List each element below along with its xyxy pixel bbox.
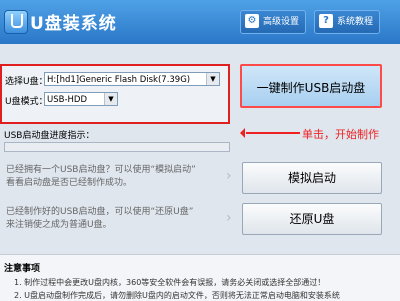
restore-description-line1: 已经制作好的USB启动盘，可以使用“还原U盘” — [6, 207, 194, 217]
system-tutorial-button[interactable]: ? 系统教程 — [314, 10, 381, 34]
mode-select-value: USB-HDD — [47, 95, 87, 105]
question-icon: ? — [319, 14, 333, 28]
app-title: U盘装系统 — [30, 14, 117, 34]
advanced-settings-label: 高级设置 — [263, 17, 300, 27]
title-bar: U盘装系统 ⚙ 高级设置 ? 系统教程 — [0, 0, 400, 44]
app-logo-icon — [4, 10, 28, 34]
progress-label: USB启动盘进度指示： — [4, 131, 95, 141]
create-usb-boot-button[interactable]: 一键制作USB启动盘 — [240, 64, 382, 108]
disk-select-value: H:[hd1]Generic Flash Disk(7.39G) — [47, 75, 191, 85]
advanced-settings-button[interactable]: ⚙ 高级设置 — [240, 10, 307, 34]
notes-line-1: 1. 制作过程中会更改U盘内核，360等安全软件会有误报，请务必关闭或选择全部通… — [14, 278, 326, 287]
chevron-right-icon: › — [226, 210, 232, 226]
simulate-description-line2: 看看启动盘是否已经制作成功。 — [6, 178, 133, 188]
disk-select[interactable]: H:[hd1]Generic Flash Disk(7.39G) ▼ — [44, 72, 220, 86]
restore-usb-button[interactable]: 还原U盘 — [242, 203, 382, 235]
restore-description: 已经制作好的USB启动盘，可以使用“还原U盘” 来注销使之成为普通U盘。 — [6, 206, 193, 232]
settings-icon: ⚙ — [245, 14, 259, 28]
simulate-boot-button[interactable]: 模拟启动 — [242, 162, 382, 194]
chevron-right-icon: › — [226, 168, 232, 184]
simulate-description: 已经拥有一个USB启动盘？可以使用“模拟启动” 看看启动盘是否已经制作成功。 — [6, 164, 196, 190]
mode-select[interactable]: USB-HDD ▼ — [44, 92, 118, 106]
notes-line-2: 2. U盘启动盘制作完成后，请勿删除U盘内的启动文件，否则将无法正常启动电脑和安… — [14, 291, 340, 300]
system-tutorial-label: 系统教程 — [337, 17, 374, 27]
chevron-down-icon: ▼ — [104, 93, 117, 105]
progress-bar — [4, 142, 230, 152]
restore-description-line2: 来注销使之成为普通U盘。 — [6, 220, 112, 230]
select-disk-label: 选择U盘： — [5, 77, 48, 87]
simulate-description-line1: 已经拥有一个USB启动盘？可以使用“模拟启动” — [6, 165, 196, 175]
chevron-down-icon: ▼ — [206, 73, 219, 85]
annotation-arrow — [240, 128, 300, 138]
notes-section: 注意事项 1. 制作过程中会更改U盘内核，360等安全软件会有误报，请务必关闭或… — [0, 254, 400, 301]
notes-title: 注意事项 — [4, 264, 41, 274]
mode-label: U盘模式： — [5, 97, 48, 107]
usb-selection-panel: 选择U盘： H:[hd1]Generic Flash Disk(7.39G) ▼… — [0, 64, 230, 124]
annotation-text: 单击，开始制作 — [302, 128, 379, 141]
